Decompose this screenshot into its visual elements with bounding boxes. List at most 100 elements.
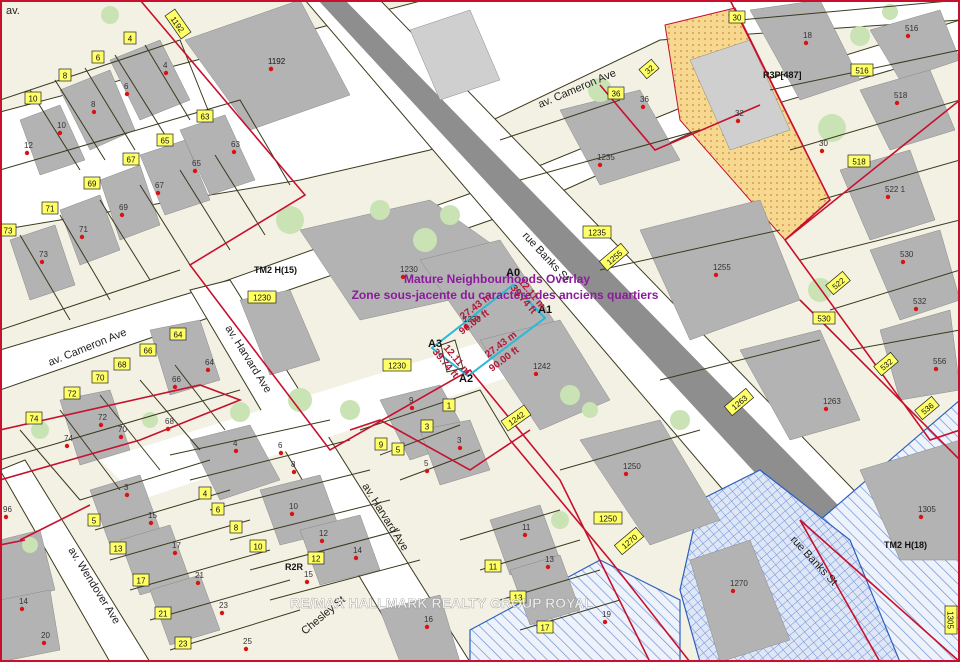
svg-text:5: 5 [424, 459, 429, 468]
address-label: 17 [132, 573, 150, 587]
svg-text:1250: 1250 [599, 515, 617, 524]
address-label: 1 [442, 398, 456, 412]
svg-text:74: 74 [64, 434, 73, 443]
zoning-map[interactable]: 1192 4 6 8 10 63 65 67 69 71 73 1230 64 66 68 70 72 74 123… [0, 0, 960, 662]
address-label: 74 [25, 411, 43, 425]
address-point [803, 40, 809, 46]
svg-text:10: 10 [29, 95, 38, 104]
address-point [735, 118, 741, 124]
svg-text:72: 72 [98, 413, 107, 422]
svg-text:68: 68 [165, 417, 174, 426]
address-point [913, 306, 919, 312]
svg-text:5: 5 [92, 517, 97, 526]
svg-text:72: 72 [68, 390, 77, 399]
address-point [41, 640, 47, 646]
svg-text:1305: 1305 [946, 611, 955, 629]
address-label: 65 [156, 133, 174, 147]
address-point [268, 66, 274, 72]
svg-text:36: 36 [612, 90, 621, 99]
svg-text:1192: 1192 [268, 57, 286, 66]
address-label: 12 [307, 551, 325, 565]
address-point [823, 406, 829, 412]
map-canvas[interactable]: 1192468106365676971731230646668707274123… [0, 0, 960, 662]
svg-text:1255: 1255 [713, 263, 731, 272]
address-point [64, 443, 70, 449]
svg-text:19: 19 [602, 610, 611, 619]
svg-text:73: 73 [4, 227, 13, 236]
address-label: 516 [850, 63, 874, 77]
address-point [894, 100, 900, 106]
svg-text:15: 15 [304, 570, 313, 579]
svg-text:4: 4 [203, 490, 208, 499]
address-label: 8 [58, 68, 72, 82]
address-point [289, 511, 295, 517]
svg-text:556: 556 [933, 357, 947, 366]
svg-text:6: 6 [96, 54, 101, 63]
svg-text:1: 1 [447, 402, 452, 411]
svg-text:8: 8 [91, 100, 96, 109]
svg-text:1270: 1270 [730, 579, 748, 588]
address-point [353, 555, 359, 561]
svg-text:5: 5 [396, 446, 401, 455]
address-point [79, 234, 85, 240]
svg-text:1305: 1305 [918, 505, 936, 514]
svg-text:17: 17 [541, 624, 550, 633]
zone-r2r: R2R [285, 562, 304, 572]
svg-text:6: 6 [216, 506, 221, 515]
svg-text:1230: 1230 [388, 362, 406, 371]
svg-text:10: 10 [254, 543, 263, 552]
svg-text:69: 69 [88, 180, 97, 189]
svg-text:32: 32 [735, 109, 744, 118]
address-point [233, 448, 239, 454]
svg-text:11: 11 [522, 523, 531, 532]
svg-text:64: 64 [205, 358, 214, 367]
svg-text:6: 6 [278, 441, 283, 450]
address-label: 9 [374, 437, 388, 451]
address-point [409, 405, 415, 411]
address-label: 1305 [944, 605, 958, 635]
address-label: 5 [391, 442, 405, 456]
svg-text:70: 70 [96, 374, 105, 383]
svg-text:17: 17 [172, 541, 181, 550]
address-point [39, 259, 45, 265]
address-label: 518 [847, 154, 871, 168]
svg-text:8: 8 [234, 524, 239, 533]
address-label: 71 [41, 201, 59, 215]
address-label: 8 [229, 520, 243, 534]
zone-r3p: R3P[487] [763, 70, 802, 80]
svg-text:530: 530 [817, 315, 831, 324]
address-label: 67 [122, 152, 140, 166]
svg-text:13: 13 [114, 545, 123, 554]
address-label: 10 [249, 539, 267, 553]
svg-text:20: 20 [41, 631, 50, 640]
address-point [933, 366, 939, 372]
address-label: 66 [139, 343, 157, 357]
address-point [118, 434, 124, 440]
street-av-top-left: av. [6, 5, 20, 17]
address-label: 30 [728, 10, 746, 24]
vertex-a0: A0 [506, 267, 520, 279]
address-label: 72 [63, 386, 81, 400]
address-label: 63 [196, 109, 214, 123]
address-point [900, 259, 906, 265]
address-point [163, 70, 169, 76]
svg-text:1235: 1235 [597, 153, 615, 162]
address-point [623, 471, 629, 477]
svg-text:66: 66 [144, 347, 153, 356]
address-point [172, 384, 178, 390]
address-point [19, 606, 25, 612]
svg-text:532: 532 [913, 297, 927, 306]
address-point [124, 91, 130, 97]
svg-text:67: 67 [127, 156, 136, 165]
svg-text:23: 23 [219, 601, 228, 610]
address-point [119, 212, 125, 218]
svg-text:3: 3 [124, 483, 129, 492]
address-point [424, 468, 430, 474]
address-point [165, 426, 171, 432]
svg-text:36: 36 [640, 95, 649, 104]
svg-text:66: 66 [172, 375, 181, 384]
svg-text:17: 17 [137, 577, 146, 586]
address-label: 36 [607, 86, 625, 100]
address-label: 4 [123, 31, 137, 45]
svg-text:12: 12 [312, 555, 321, 564]
